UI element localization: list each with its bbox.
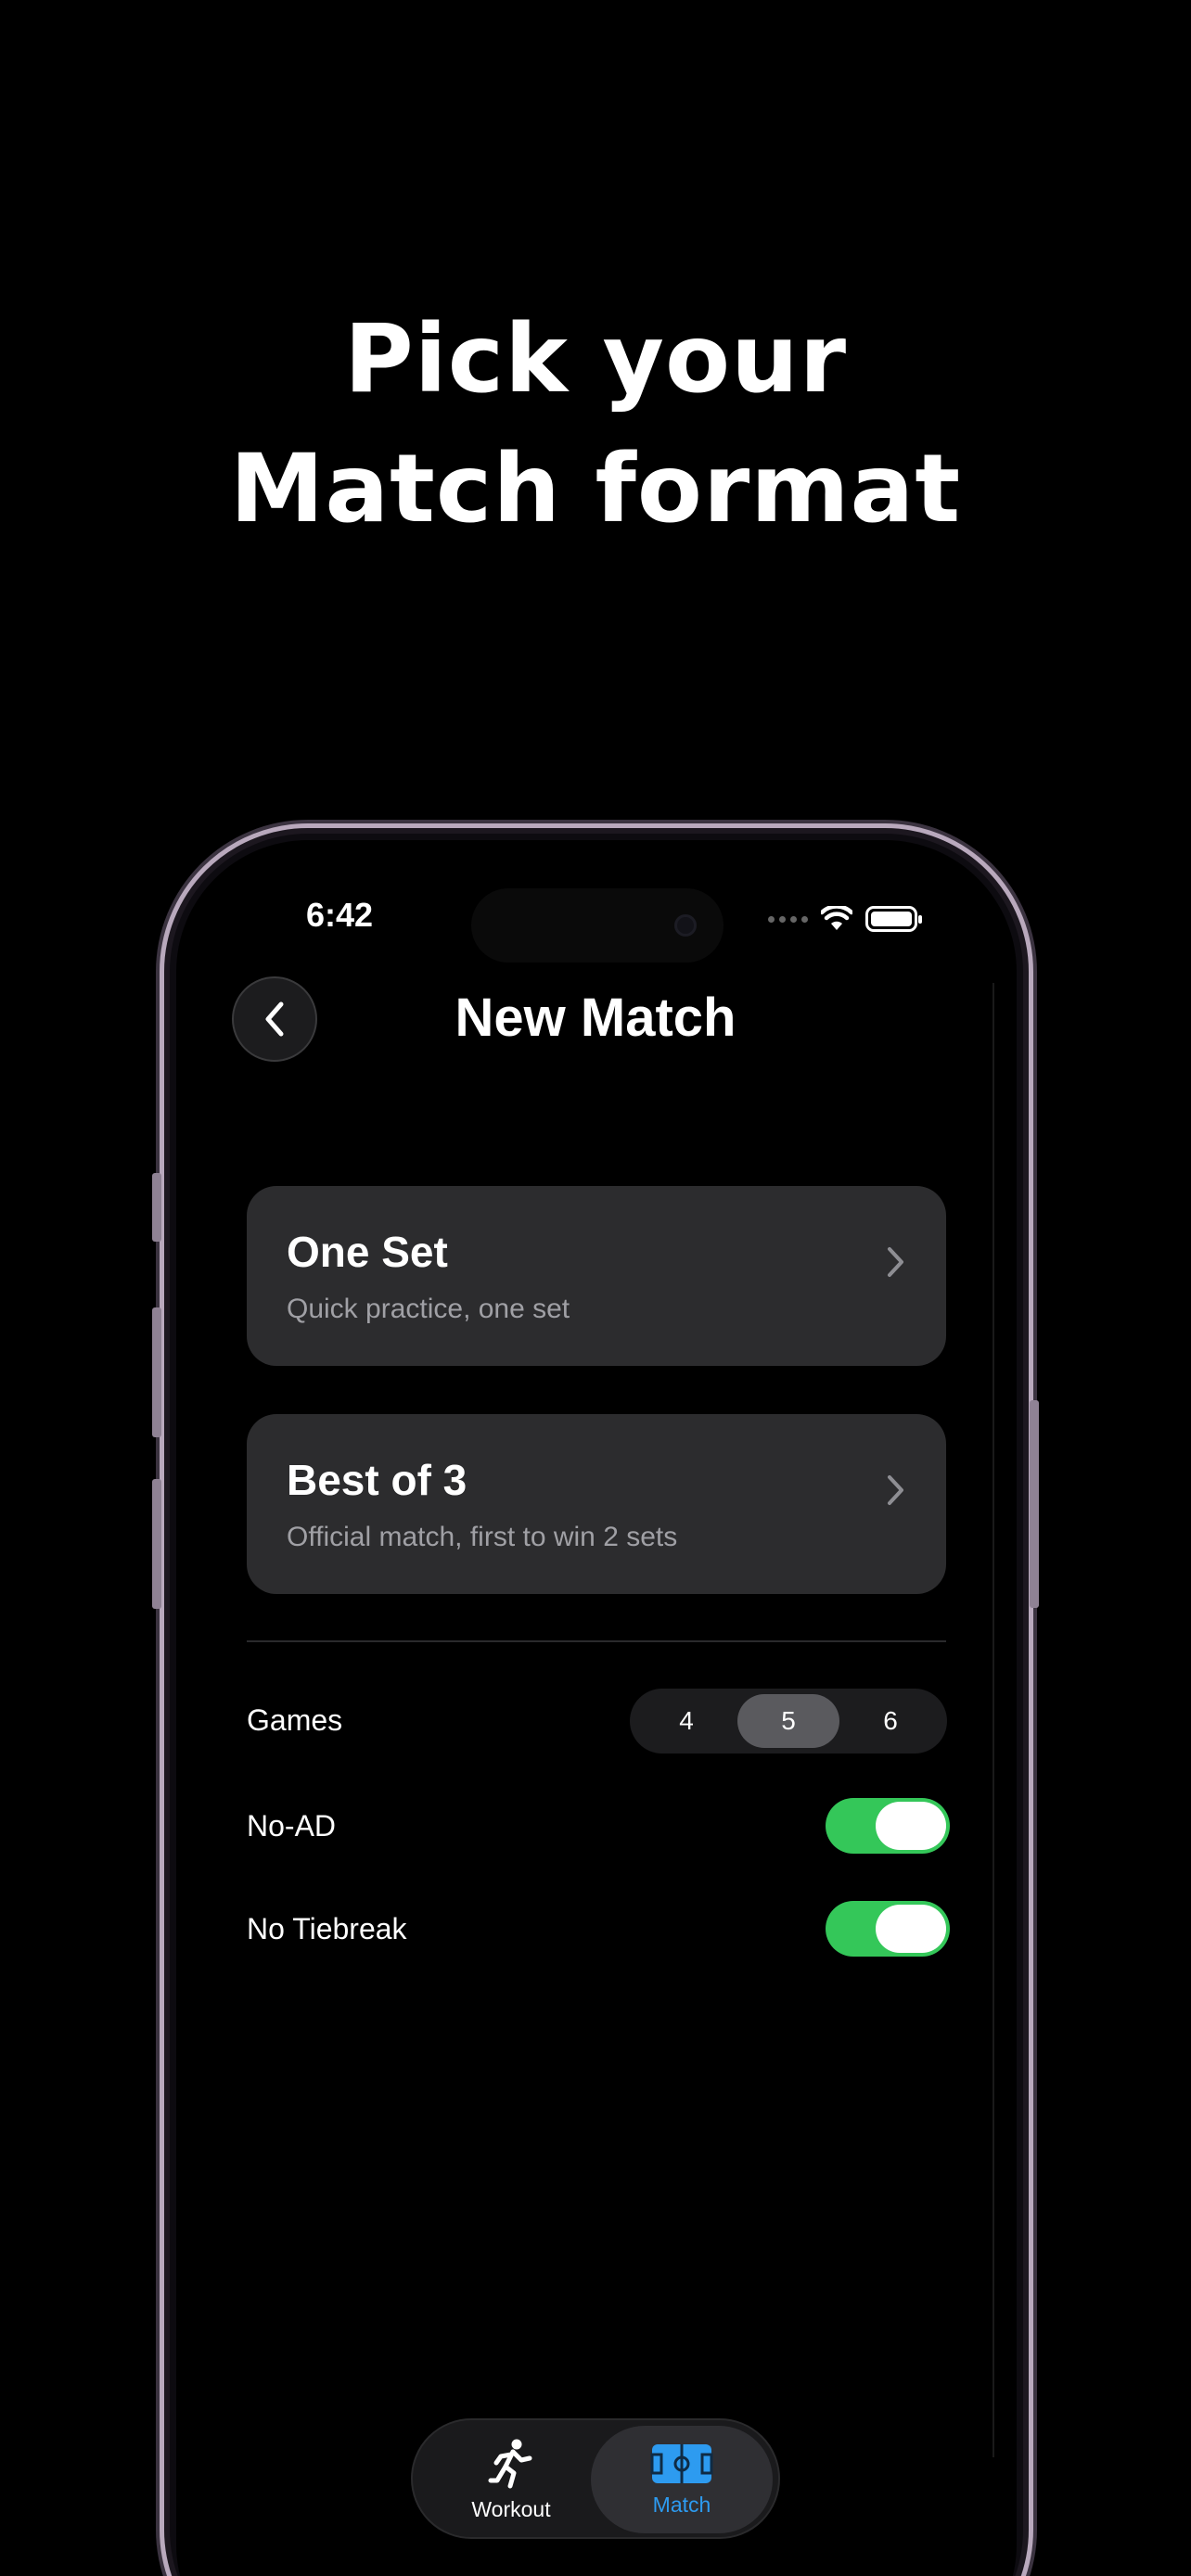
- action-button: [152, 1173, 161, 1242]
- tab-bar: Workout Match: [411, 2418, 780, 2539]
- divider: [247, 1640, 946, 1642]
- tab-workout[interactable]: Workout: [420, 2426, 602, 2533]
- games-option-6[interactable]: 6: [839, 1694, 941, 1748]
- chevron-right-icon: [888, 1247, 903, 1277]
- volume-down-button: [152, 1479, 161, 1609]
- running-figure-icon: [488, 2439, 532, 2488]
- status-time: 6:42: [306, 896, 374, 934]
- chevron-left-icon: [265, 1001, 284, 1037]
- screen-edge: [992, 983, 994, 2457]
- best-of-3-card[interactable]: Best of 3 Official match, first to win 2…: [247, 1414, 946, 1594]
- headline-line-2: Match format: [229, 434, 962, 544]
- tab-match[interactable]: Match: [591, 2426, 773, 2533]
- games-option-5[interactable]: 5: [737, 1694, 839, 1748]
- back-button[interactable]: [232, 976, 317, 1062]
- status-icons: [768, 904, 922, 934]
- no-tiebreak-toggle[interactable]: [826, 1901, 950, 1957]
- marketing-headline: Pick your Match format: [0, 295, 1191, 555]
- camera-icon: [674, 914, 697, 937]
- battery-icon: [865, 906, 922, 932]
- no-tiebreak-label: No Tiebreak: [247, 1912, 407, 1945]
- games-label: Games: [247, 1703, 343, 1737]
- headline-line-1: Pick your: [343, 304, 847, 414]
- chevron-right-icon: [888, 1475, 903, 1505]
- tab-label: Match: [652, 2492, 711, 2517]
- signal-icon: [768, 915, 808, 923]
- card-subtitle: Official match, first to win 2 sets: [287, 1522, 678, 1552]
- no-ad-label: No-AD: [247, 1809, 337, 1843]
- wifi-icon: [821, 906, 852, 930]
- card-subtitle: Quick practice, one set: [287, 1294, 570, 1324]
- power-button: [1030, 1400, 1039, 1608]
- tennis-court-icon: [650, 2443, 713, 2483]
- no-ad-toggle[interactable]: [826, 1798, 950, 1854]
- card-title: One Set: [287, 1228, 448, 1276]
- page-title: New Match: [455, 988, 736, 1048]
- volume-up-button: [152, 1307, 161, 1437]
- games-segmented-control[interactable]: 4 5 6: [630, 1689, 947, 1753]
- one-set-card[interactable]: One Set Quick practice, one set: [247, 1186, 946, 1366]
- games-option-4[interactable]: 4: [635, 1694, 737, 1748]
- card-title: Best of 3: [287, 1456, 467, 1504]
- tab-label: Workout: [471, 2496, 551, 2521]
